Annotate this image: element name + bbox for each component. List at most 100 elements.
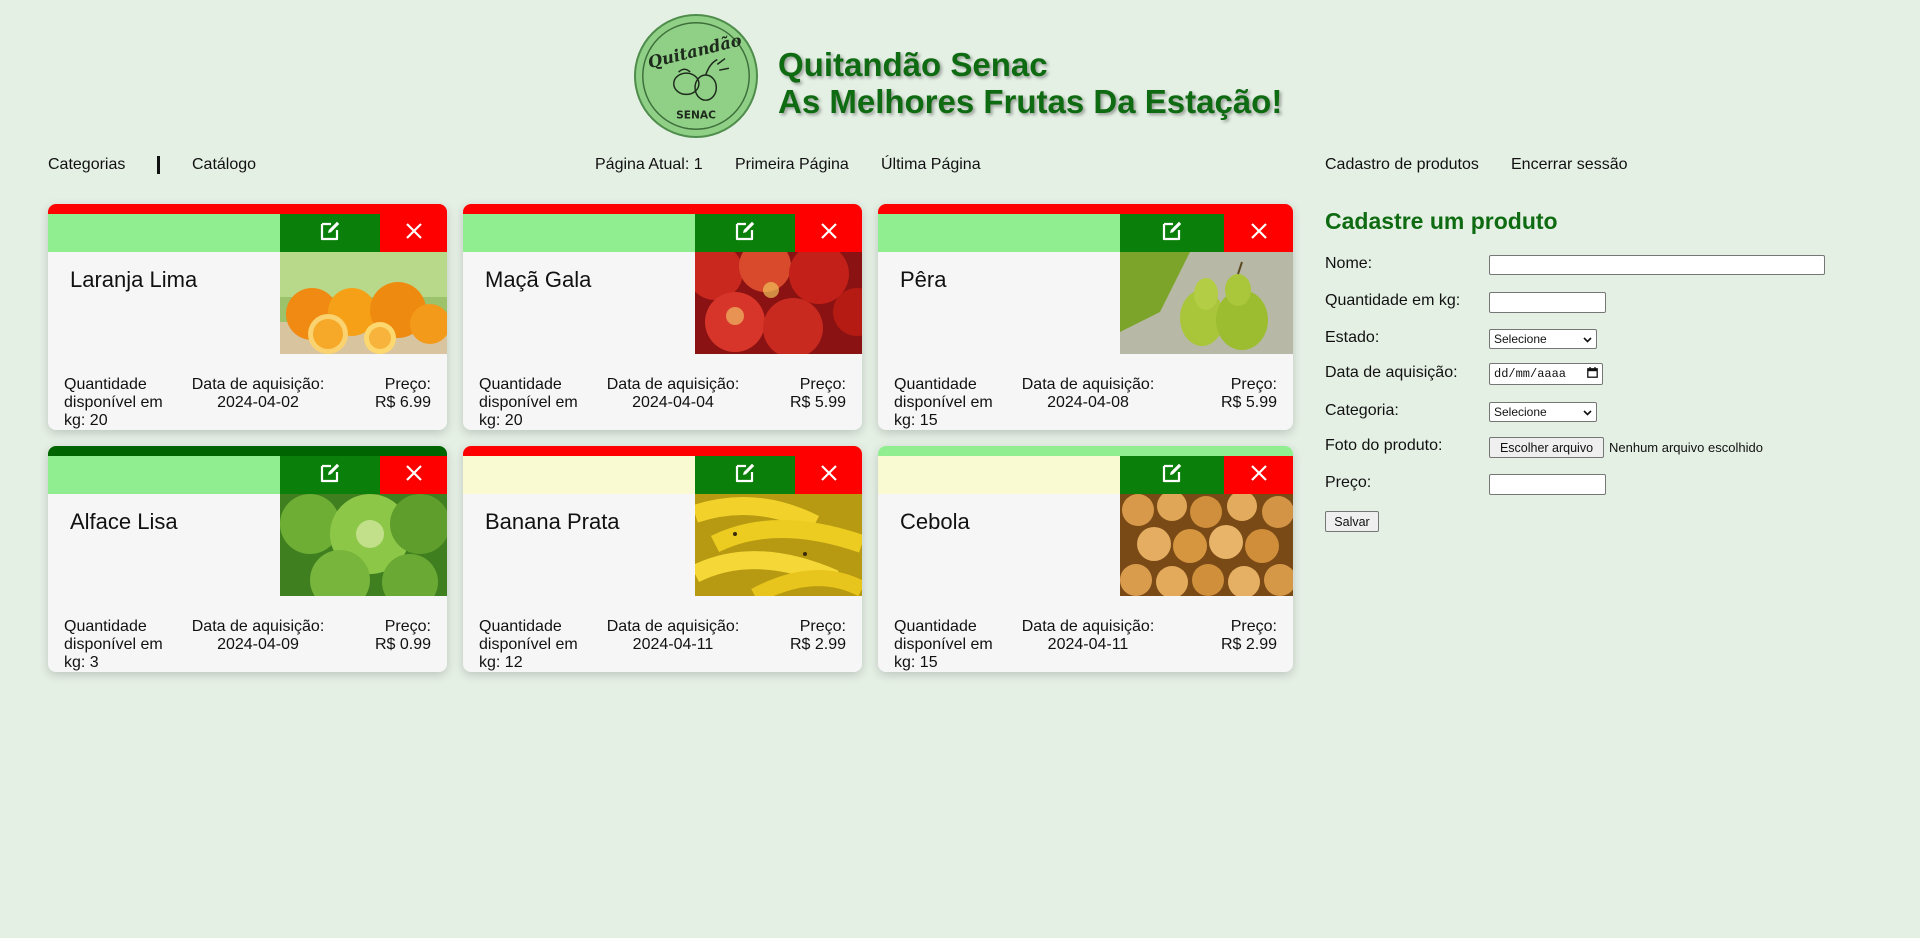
brand-title: Quitandão Senac As Melhores Frutas Da Es… — [778, 46, 1282, 120]
product-name: Laranja Lima — [70, 267, 198, 292]
product-price: Preço: R$ 0.99 — [341, 618, 431, 654]
date-value: 2024-04-08 — [1047, 394, 1129, 411]
close-icon — [820, 464, 838, 487]
card-status-bar — [48, 446, 447, 456]
price-value: R$ 2.99 — [1220, 636, 1277, 653]
categoria-select-value: Selecione — [1494, 405, 1547, 419]
delete-button[interactable] — [795, 456, 862, 494]
product-price: Preço: R$ 5.99 — [756, 376, 846, 412]
nome-input[interactable] — [1489, 255, 1825, 275]
first-page-link[interactable]: Primeira Página — [735, 156, 849, 174]
close-icon — [405, 222, 423, 245]
product-price: Preço: R$ 2.99 — [1187, 618, 1277, 654]
preco-input[interactable] — [1489, 474, 1606, 495]
edit-icon — [1160, 461, 1184, 490]
edit-button[interactable] — [695, 456, 795, 494]
nav-separator — [157, 156, 160, 174]
estado-select-value: Selecione — [1494, 332, 1547, 346]
product-card: Maçã Gala Quantidade disponível em kg: 2… — [463, 204, 862, 430]
product-card: Laranja Lima Quantidade disponível em kg… — [48, 204, 447, 430]
product-photo — [1120, 252, 1293, 354]
card-status-bar — [878, 204, 1293, 214]
product-name: Cebola — [900, 509, 970, 534]
calendar-icon — [1587, 366, 1598, 382]
edit-button[interactable] — [280, 214, 380, 252]
current-page-indicator: Página Atual: 1 — [595, 156, 703, 173]
product-quantity: Quantidade disponível em kg: 15 — [894, 376, 993, 429]
nav-cadastro-produtos[interactable]: Cadastro de produtos — [1325, 156, 1479, 174]
foto-label: Foto do produto: — [1325, 437, 1443, 454]
date-value: 2024-04-11 — [1047, 636, 1129, 653]
logo: Quitandão SENAC — [634, 14, 758, 138]
card-status-bar — [48, 204, 447, 214]
price-value: R$ 2.99 — [789, 636, 846, 653]
delete-button[interactable] — [380, 214, 447, 252]
chevron-down-icon — [1583, 405, 1592, 419]
edit-icon — [318, 461, 342, 490]
product-date: Data de aquisição: 2024-04-08 — [1008, 376, 1168, 412]
preco-label: Preço: — [1325, 474, 1372, 491]
edit-icon — [1160, 219, 1184, 248]
data-aquisicao-label: Data de aquisição: — [1325, 364, 1458, 381]
data-aquisicao-input[interactable]: dd/mm/aaaa — [1489, 363, 1603, 385]
nav-encerrar-sessao[interactable]: Encerrar sessão — [1511, 156, 1628, 174]
close-icon — [820, 222, 838, 245]
save-button[interactable]: Salvar — [1325, 511, 1379, 532]
date-value: 2024-04-09 — [217, 636, 299, 653]
last-page-link[interactable]: Última Página — [881, 156, 981, 174]
delete-button[interactable] — [795, 214, 862, 252]
delete-button[interactable] — [380, 456, 447, 494]
product-date: Data de aquisição: 2024-04-11 — [1008, 618, 1168, 654]
product-photo — [695, 252, 862, 354]
price-value: R$ 5.99 — [789, 394, 846, 411]
brand-title-line2: As Melhores Frutas Da Estação! — [778, 83, 1283, 120]
delete-button[interactable] — [1224, 456, 1293, 494]
edit-button[interactable] — [1120, 214, 1224, 252]
date-label: Data de aquisição: — [606, 376, 740, 393]
price-label: Preço: — [799, 376, 846, 393]
edit-icon — [318, 219, 342, 248]
price-label: Preço: — [384, 618, 431, 635]
product-name: Pêra — [900, 267, 947, 292]
estado-label: Estado: — [1325, 329, 1380, 346]
date-value: 2024-04-04 — [632, 394, 714, 411]
product-quantity: Quantidade disponível em kg: 20 — [479, 376, 578, 429]
price-value: R$ 5.99 — [1220, 394, 1277, 411]
delete-button[interactable] — [1224, 214, 1293, 252]
product-quantity: Quantidade disponível em kg: 15 — [894, 618, 993, 671]
file-choose-button[interactable]: Escolher arquivo — [1489, 437, 1604, 458]
product-quantity: Quantidade disponível em kg: 12 — [479, 618, 578, 671]
product-quantity: Quantidade disponível em kg: 3 — [64, 618, 163, 671]
date-label: Data de aquisição: — [1021, 376, 1155, 393]
nav-categorias[interactable]: Categorias — [48, 156, 125, 174]
price-value: R$ 0.99 — [374, 636, 431, 653]
product-photo — [1120, 494, 1293, 596]
date-value: 2024-04-02 — [217, 394, 299, 411]
close-icon — [1250, 222, 1268, 245]
card-status-bar — [463, 446, 862, 456]
product-photo — [695, 494, 862, 596]
chevron-down-icon — [1583, 332, 1592, 346]
categoria-label: Categoria: — [1325, 402, 1399, 419]
estado-select[interactable]: Selecione — [1489, 329, 1597, 349]
quantidade-input[interactable] — [1489, 292, 1606, 313]
product-date: Data de aquisição: 2024-04-04 — [593, 376, 753, 412]
edit-button[interactable] — [695, 214, 795, 252]
price-value: R$ 6.99 — [374, 394, 431, 411]
file-status-text: Nenhum arquivo escolhido — [1609, 440, 1763, 455]
date-placeholder: dd/mm/aaaa — [1494, 367, 1567, 381]
product-name: Maçã Gala — [485, 267, 592, 292]
close-icon — [1250, 464, 1268, 487]
edit-button[interactable] — [1120, 456, 1224, 494]
product-card: Alface Lisa Quantidade disponível em kg:… — [48, 446, 447, 672]
categoria-select[interactable]: Selecione — [1489, 402, 1597, 422]
card-status-bar — [463, 204, 862, 214]
edit-button[interactable] — [280, 456, 380, 494]
date-label: Data de aquisição: — [191, 376, 325, 393]
product-name: Alface Lisa — [70, 509, 178, 534]
price-label: Preço: — [1230, 376, 1277, 393]
quantidade-label: Quantidade em kg: — [1325, 292, 1461, 309]
nav-catalogo[interactable]: Catálogo — [192, 156, 256, 174]
price-label: Preço: — [384, 376, 431, 393]
product-card: Cebola Quantidade disponível em kg: 15 D… — [878, 446, 1293, 672]
